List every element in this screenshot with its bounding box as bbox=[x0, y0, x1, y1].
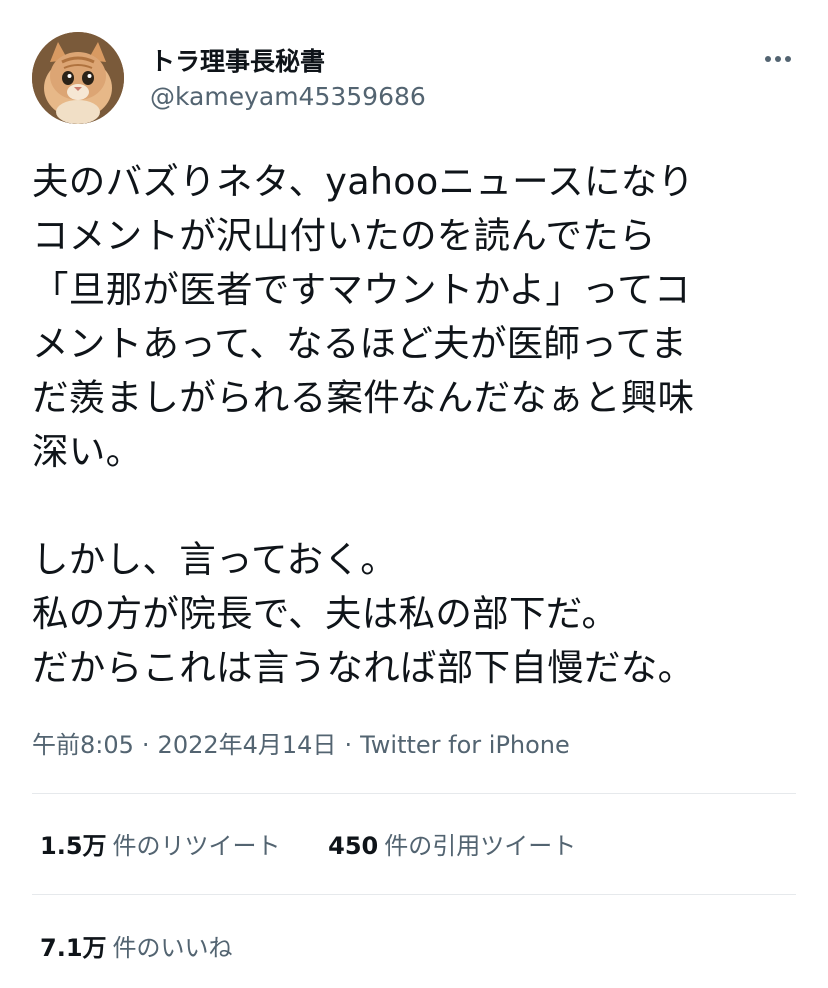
likes-stat[interactable]: 7.1万 件のいいね bbox=[40, 928, 233, 963]
tweet-line: 深い。 bbox=[32, 430, 143, 473]
tweet-time[interactable]: 午前8:05 bbox=[32, 731, 134, 759]
tweet-line: メントあって、なるほど夫が医師ってま bbox=[32, 322, 688, 365]
likes-count: 7.1万 bbox=[40, 934, 107, 962]
author-handle[interactable]: @kameyam45359686 bbox=[150, 82, 426, 111]
retweets-count: 1.5万 bbox=[40, 832, 107, 860]
likes-label: 件のいいね bbox=[112, 934, 233, 962]
tweet-line: 「旦那が医者ですマウントかよ」ってコ bbox=[32, 268, 691, 311]
meta-separator: · bbox=[141, 731, 150, 759]
meta-separator: · bbox=[344, 731, 353, 759]
tweet-line: コメントが沢山付いたのを読んでたら bbox=[32, 214, 656, 257]
tweet-line bbox=[32, 479, 802, 533]
quotes-stat[interactable]: 450 件の引用ツイート bbox=[328, 826, 576, 861]
retweets-stat[interactable]: 1.5万 件のリツイート bbox=[40, 826, 281, 861]
avatar[interactable] bbox=[32, 32, 124, 124]
tweet-line: だ羨ましがられる案件なんだなぁと興味 bbox=[32, 376, 695, 419]
tweet-client[interactable]: Twitter for iPhone bbox=[360, 731, 570, 759]
tweet-line: 夫のバズりネタ、yahooニュースになり bbox=[32, 160, 695, 203]
tweet-date[interactable]: 2022年4月14日 bbox=[158, 731, 337, 759]
tweet-meta: 午前8:05 · 2022年4月14日 · Twitter for iPhone bbox=[32, 725, 570, 760]
dot bbox=[765, 56, 771, 62]
divider bbox=[32, 793, 796, 794]
tweet-text: 夫のバズりネタ、yahooニュースになり コメントが沢山付いたのを読んでたら 「… bbox=[32, 155, 802, 695]
author-display-name[interactable]: トラ理事長秘書 bbox=[150, 42, 325, 78]
likes-row: 7.1万 件のいいね bbox=[40, 928, 233, 963]
cat-avatar-image bbox=[32, 32, 124, 124]
more-options-icon[interactable] bbox=[758, 44, 798, 74]
quotes-count: 450 bbox=[328, 832, 379, 860]
dot bbox=[775, 56, 781, 62]
tweet-line: しかし、言っておく。 bbox=[32, 538, 398, 581]
stats-row: 1.5万 件のリツイート 450 件の引用ツイート bbox=[40, 826, 576, 861]
divider bbox=[32, 894, 796, 895]
tweet-line: 私の方が院長で、夫は私の部下だ。 bbox=[32, 592, 619, 635]
tweet-line: だからこれは言うなれば部下自慢だな。 bbox=[32, 646, 695, 689]
tweet-header: トラ理事長秘書 @kameyam45359686 bbox=[32, 30, 802, 130]
quotes-label: 件の引用ツイート bbox=[384, 832, 577, 860]
retweets-label: 件のリツイート bbox=[112, 832, 281, 860]
dot bbox=[785, 56, 791, 62]
